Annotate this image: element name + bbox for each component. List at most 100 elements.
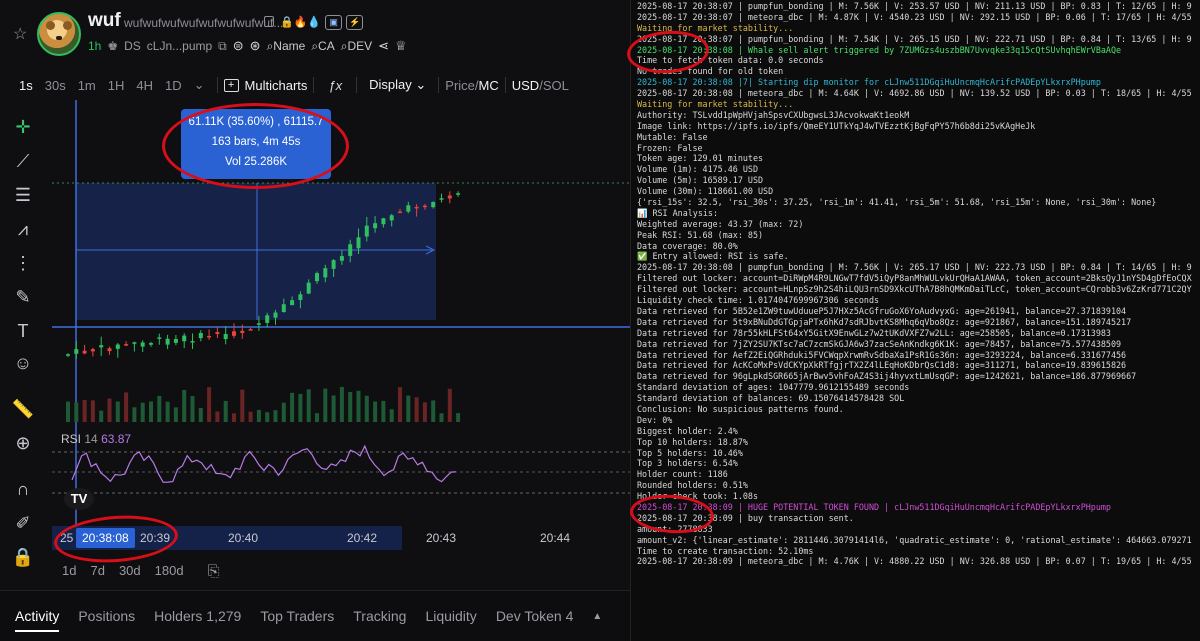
usd-sol-toggle[interactable]: USD/SOL xyxy=(512,78,569,93)
terminal-line: 2025-08-17 20:38:07 | meteora_dbc | M: 4… xyxy=(637,11,1192,22)
range-30d[interactable]: 30d xyxy=(119,563,141,580)
text-icon[interactable]: T xyxy=(10,320,36,342)
terminal-line: Data retrieved for AefZ2EiQGRhduki5FVCWq… xyxy=(637,349,1127,360)
terminal-line: 2025-08-17 20:38:08 | Whale sell alert t… xyxy=(637,44,1122,55)
candle-body xyxy=(447,195,452,199)
candle-body xyxy=(132,342,137,344)
rsi-period: 14 xyxy=(84,432,98,446)
tab-positions[interactable]: Positions xyxy=(78,608,135,624)
fib-icon[interactable]: ⋮ xyxy=(10,252,36,274)
emoji-icon[interactable]: ☺ xyxy=(10,352,36,374)
candle-body xyxy=(256,323,261,325)
tf-1d[interactable]: 1D xyxy=(159,78,188,93)
magnet-icon[interactable]: ∩ xyxy=(10,478,36,500)
search-dev-link[interactable]: ⌕DEV xyxy=(341,39,372,54)
volume-bar xyxy=(439,413,444,422)
candle-body xyxy=(190,341,195,343)
volume-bar xyxy=(339,386,344,422)
tf-1m[interactable]: 1m xyxy=(72,78,102,93)
tf-30s[interactable]: 30s xyxy=(39,78,72,93)
tab-tracking[interactable]: Tracking xyxy=(353,608,406,624)
time-label: 20:44 xyxy=(540,531,571,545)
volume-bar xyxy=(406,395,411,422)
terminal-line: 2025-08-17 20:38:09 | buy transaction se… xyxy=(637,512,854,523)
multicharts-button[interactable]: + Multicharts xyxy=(223,78,307,93)
range-7d[interactable]: 7d xyxy=(90,563,104,580)
tab-holders[interactable]: Holders 1,279 xyxy=(154,608,241,624)
terminal-line: Volume (30m): 118661.00 USD xyxy=(637,186,774,197)
token-symbol: wuf xyxy=(88,10,121,31)
tf-4h[interactable]: 4H xyxy=(130,78,159,93)
pencil-lock-icon[interactable]: ✐ xyxy=(10,512,36,534)
terminal-line: Data retrieved for 5t9xBNuDdGTGpjaPTx6hK… xyxy=(637,316,1132,327)
lightning-icon[interactable]: ⚡ xyxy=(346,15,364,30)
bottom-tabs: Activity Positions Holders 1,279 Top Tra… xyxy=(0,590,630,641)
terminal-line: No trades found for old token xyxy=(637,66,784,77)
terminal-line: Filtered out locker: account=HLnpSz9h2S4… xyxy=(637,284,1192,295)
volume-bar xyxy=(240,389,245,422)
display-dropdown[interactable]: Display ⌄ xyxy=(363,77,432,93)
chevron-down-icon[interactable]: ⌄ xyxy=(188,77,211,93)
candle-body xyxy=(339,256,344,261)
terminal-line: Time to fetch token data: 0.0 seconds xyxy=(637,55,824,66)
range-1d[interactable]: 1d xyxy=(62,563,76,580)
terminal-line: Data retrieved for AcKCoMxPsVdCKYpXkRTfg… xyxy=(637,360,1127,371)
indicators-icon[interactable]: ƒx xyxy=(320,78,350,93)
pump-icon[interactable]: ⊛ xyxy=(250,38,261,54)
tab-dev-token[interactable]: Dev Token 4 xyxy=(496,608,574,624)
lock-icon[interactable]: 🔒 xyxy=(10,546,36,568)
brush-icon[interactable]: ✎ xyxy=(10,286,36,308)
volume-bar xyxy=(215,411,220,422)
ruler-icon[interactable]: 📏 xyxy=(10,398,36,420)
terminal-line: 2025-08-17 20:38:07 | pumpfun_bonding | … xyxy=(637,1,1192,11)
volume-bar xyxy=(356,390,361,422)
terminal-line: Data retrieved for 5B52e1ZW9tuwUduueP5J7… xyxy=(637,305,1127,316)
candle-body xyxy=(182,335,187,342)
token-name: wufwufwufwufwufwufwufwuf... xyxy=(124,16,284,30)
price-chart[interactable] xyxy=(52,100,630,550)
volume-bar xyxy=(132,407,137,422)
copy-address-icon[interactable]: ⧉ xyxy=(218,39,227,54)
measure-box xyxy=(76,183,436,320)
range-selector: 1d 7d 30d 180d ⎘ xyxy=(62,563,220,580)
tf-1s[interactable]: 1s xyxy=(13,78,39,93)
pattern-icon[interactable]: ⩘ xyxy=(10,218,36,240)
horizontal-lines-icon[interactable]: ☰ xyxy=(10,184,36,206)
tab-liquidity[interactable]: Liquidity xyxy=(425,608,476,624)
token-address[interactable]: cLJn...pump xyxy=(147,39,212,53)
volume-bar xyxy=(331,395,336,422)
rsi-value: 63.87 xyxy=(101,432,132,446)
candle-body xyxy=(439,198,444,200)
terminal-line: Data retrieved for 96gLpkdSGR665jArBwv5v… xyxy=(637,371,1137,382)
tab-top-traders[interactable]: Top Traders xyxy=(260,608,334,624)
volume-bar xyxy=(306,389,311,422)
time-label: 20:42 xyxy=(347,531,378,545)
volume-bar xyxy=(149,401,153,422)
crown-icon[interactable]: ♕ xyxy=(395,38,407,54)
search-name-link[interactable]: ⌕Name xyxy=(267,39,306,54)
range-180d[interactable]: 180d xyxy=(155,563,184,580)
trendline-icon[interactable]: ⟋ xyxy=(10,150,36,172)
tf-1h[interactable]: 1H xyxy=(102,78,131,93)
crosshair-icon[interactable]: ✛ xyxy=(10,116,36,138)
copy-icon[interactable] xyxy=(264,16,274,27)
price-mc-toggle[interactable]: Price/MC xyxy=(445,78,498,93)
share-icon[interactable]: ⋖ xyxy=(378,38,389,54)
caret-up-icon[interactable]: ▲ xyxy=(592,611,602,622)
candle-body xyxy=(431,202,436,208)
zoom-icon[interactable]: ⊕ xyxy=(10,432,36,454)
terminal-line: Mutable: False xyxy=(637,131,708,142)
star-icon[interactable]: ☆ xyxy=(13,24,27,44)
globe-icon[interactable]: ⊜ xyxy=(233,38,244,54)
volume-bar xyxy=(290,392,295,422)
tab-activity[interactable]: Activity xyxy=(15,608,60,632)
volume-bar xyxy=(190,396,195,422)
boost-icon[interactable]: ▣ xyxy=(325,15,343,30)
candle-body xyxy=(456,193,461,195)
volume-bar xyxy=(157,395,162,422)
volume-bar xyxy=(107,398,112,422)
terminal-line: Holder check took: 1.08s xyxy=(637,491,759,502)
terminal-line: 2025-08-17 20:38:09 | meteora_dbc | M: 4… xyxy=(637,556,1192,567)
search-ca-link[interactable]: ⌕CA xyxy=(311,39,334,54)
calendar-icon[interactable]: ⎘ xyxy=(208,563,220,580)
